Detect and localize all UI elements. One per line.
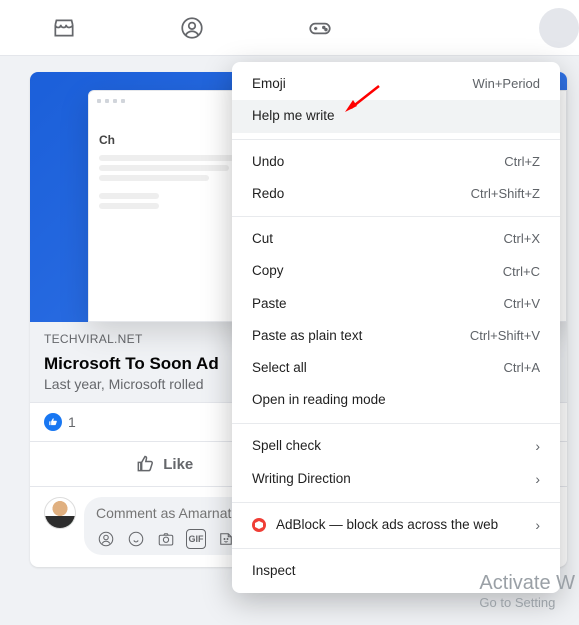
adblock-icon [252, 518, 266, 532]
chevron-right-icon: › [535, 515, 540, 536]
menu-item-label: Inspect [252, 561, 296, 581]
menu-item-label: Select all [252, 358, 307, 378]
emoji-icon[interactable] [126, 529, 146, 549]
avatar-sticker-icon[interactable] [96, 529, 116, 549]
menu-item-emoji[interactable]: Emoji Win+Period [232, 68, 560, 100]
menu-shortcut: Ctrl+Shift+V [470, 326, 540, 346]
menu-shortcut: Ctrl+V [504, 294, 540, 314]
gaming-icon[interactable] [296, 4, 344, 52]
menu-shortcut: Ctrl+Shift+Z [471, 184, 540, 204]
menu-shortcut: Ctrl+Z [504, 152, 540, 172]
menu-item-writing-direction[interactable]: Writing Direction › [232, 463, 560, 496]
composer-avatar[interactable] [44, 497, 76, 529]
top-nav [0, 0, 579, 56]
menu-item-help-me-write[interactable]: Help me write [232, 100, 560, 132]
menu-item-redo[interactable]: Redo Ctrl+Shift+Z [232, 178, 560, 210]
menu-item-label: Writing Direction [252, 469, 351, 489]
menu-item-label: Paste as plain text [252, 326, 362, 346]
menu-separator [232, 548, 560, 549]
menu-shortcut: Ctrl+A [504, 358, 540, 378]
profile-avatar[interactable] [539, 8, 579, 48]
menu-separator [232, 423, 560, 424]
menu-item-spell-check[interactable]: Spell check › [232, 430, 560, 463]
like-count: 1 [68, 414, 76, 430]
menu-item-select-all[interactable]: Select all Ctrl+A [232, 352, 560, 384]
menu-item-label: Redo [252, 184, 284, 204]
watermark-line2: Go to Setting [479, 595, 575, 611]
menu-item-copy[interactable]: Copy Ctrl+C [232, 255, 560, 287]
menu-item-open-in-reading-mode[interactable]: Open in reading mode [232, 384, 560, 416]
like-icon [44, 413, 62, 431]
menu-item-label: Cut [252, 229, 273, 249]
menu-item-paste[interactable]: Paste Ctrl+V [232, 288, 560, 320]
menu-separator [232, 139, 560, 140]
groups-icon[interactable] [168, 4, 216, 52]
menu-shortcut: Ctrl+X [504, 229, 540, 249]
menu-shortcut: Win+Period [472, 74, 540, 94]
menu-separator [232, 216, 560, 217]
menu-item-adblock-block-ads-across-the-web[interactable]: AdBlock — block ads across the web › [232, 509, 560, 542]
gif-icon[interactable]: GIF [186, 529, 206, 549]
menu-separator [232, 502, 560, 503]
menu-item-inspect[interactable]: Inspect [232, 555, 560, 587]
chevron-right-icon: › [535, 436, 540, 457]
menu-item-label: Paste [252, 294, 287, 314]
menu-item-label: Copy [252, 261, 284, 281]
menu-item-label: Spell check [252, 436, 321, 456]
chevron-right-icon: › [535, 469, 540, 490]
menu-item-paste-as-plain-text[interactable]: Paste as plain text Ctrl+Shift+V [232, 320, 560, 352]
menu-item-label: Open in reading mode [252, 390, 386, 410]
menu-item-label: Emoji [252, 74, 286, 94]
menu-item-cut[interactable]: Cut Ctrl+X [232, 223, 560, 255]
menu-shortcut: Ctrl+C [503, 262, 540, 282]
menu-item-label: Undo [252, 152, 284, 172]
menu-item-label: Help me write [252, 106, 335, 126]
like-label: Like [163, 456, 193, 473]
marketplace-icon[interactable] [40, 4, 88, 52]
menu-item-undo[interactable]: Undo Ctrl+Z [232, 146, 560, 178]
camera-icon[interactable] [156, 529, 176, 549]
menu-item-label: AdBlock — block ads across the web [276, 515, 498, 535]
context-menu: Emoji Win+Period Help me write Undo Ctrl+Z Re… [232, 62, 560, 593]
